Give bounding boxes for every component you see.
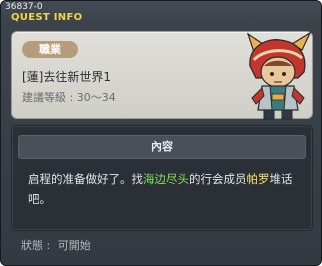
quest-name: [蓮]去往新世界1 [22,70,111,84]
description-text: 启程的准备做好了。找 [28,172,143,186]
status-value: 可開始 [57,239,91,252]
level-value: 30～34 [76,91,116,104]
job-badge: 職業 [22,41,78,58]
npc-name-highlight: 帕罗 [246,172,270,186]
quest-description: 启程的准备做好了。找海边尽头的行会成员帕罗堆话吧。 [28,169,302,209]
quest-header-panel: 職業 [蓮]去往新世界1 建議等級 : 30～34 [11,31,313,120]
location-highlight: 海边尽头 [143,172,189,186]
title-bar[interactable]: 36837-0 QUEST INFO [1,1,321,27]
quest-status: 狀態 : 可開始 [21,239,91,253]
quest-info-window: 36837-0 QUEST INFO 職業 [蓮]去往新世界1 建議等級 : 3… [0,0,322,266]
recommended-level: 建議等級 : 30～34 [22,91,116,104]
content-title: 內容 [18,135,306,159]
level-label: 建議等級 : [22,91,74,104]
status-label: 狀態 : [21,239,51,252]
description-text: 的行会成员 [189,172,247,186]
window-title: QUEST INFO [11,12,83,23]
quest-content-panel: 內容 启程的准备做好了。找海边尽头的行会成员帕罗堆话吧。 [11,125,313,231]
npc-character-icon [246,32,312,120]
quest-id: 36837-0 [5,2,43,12]
